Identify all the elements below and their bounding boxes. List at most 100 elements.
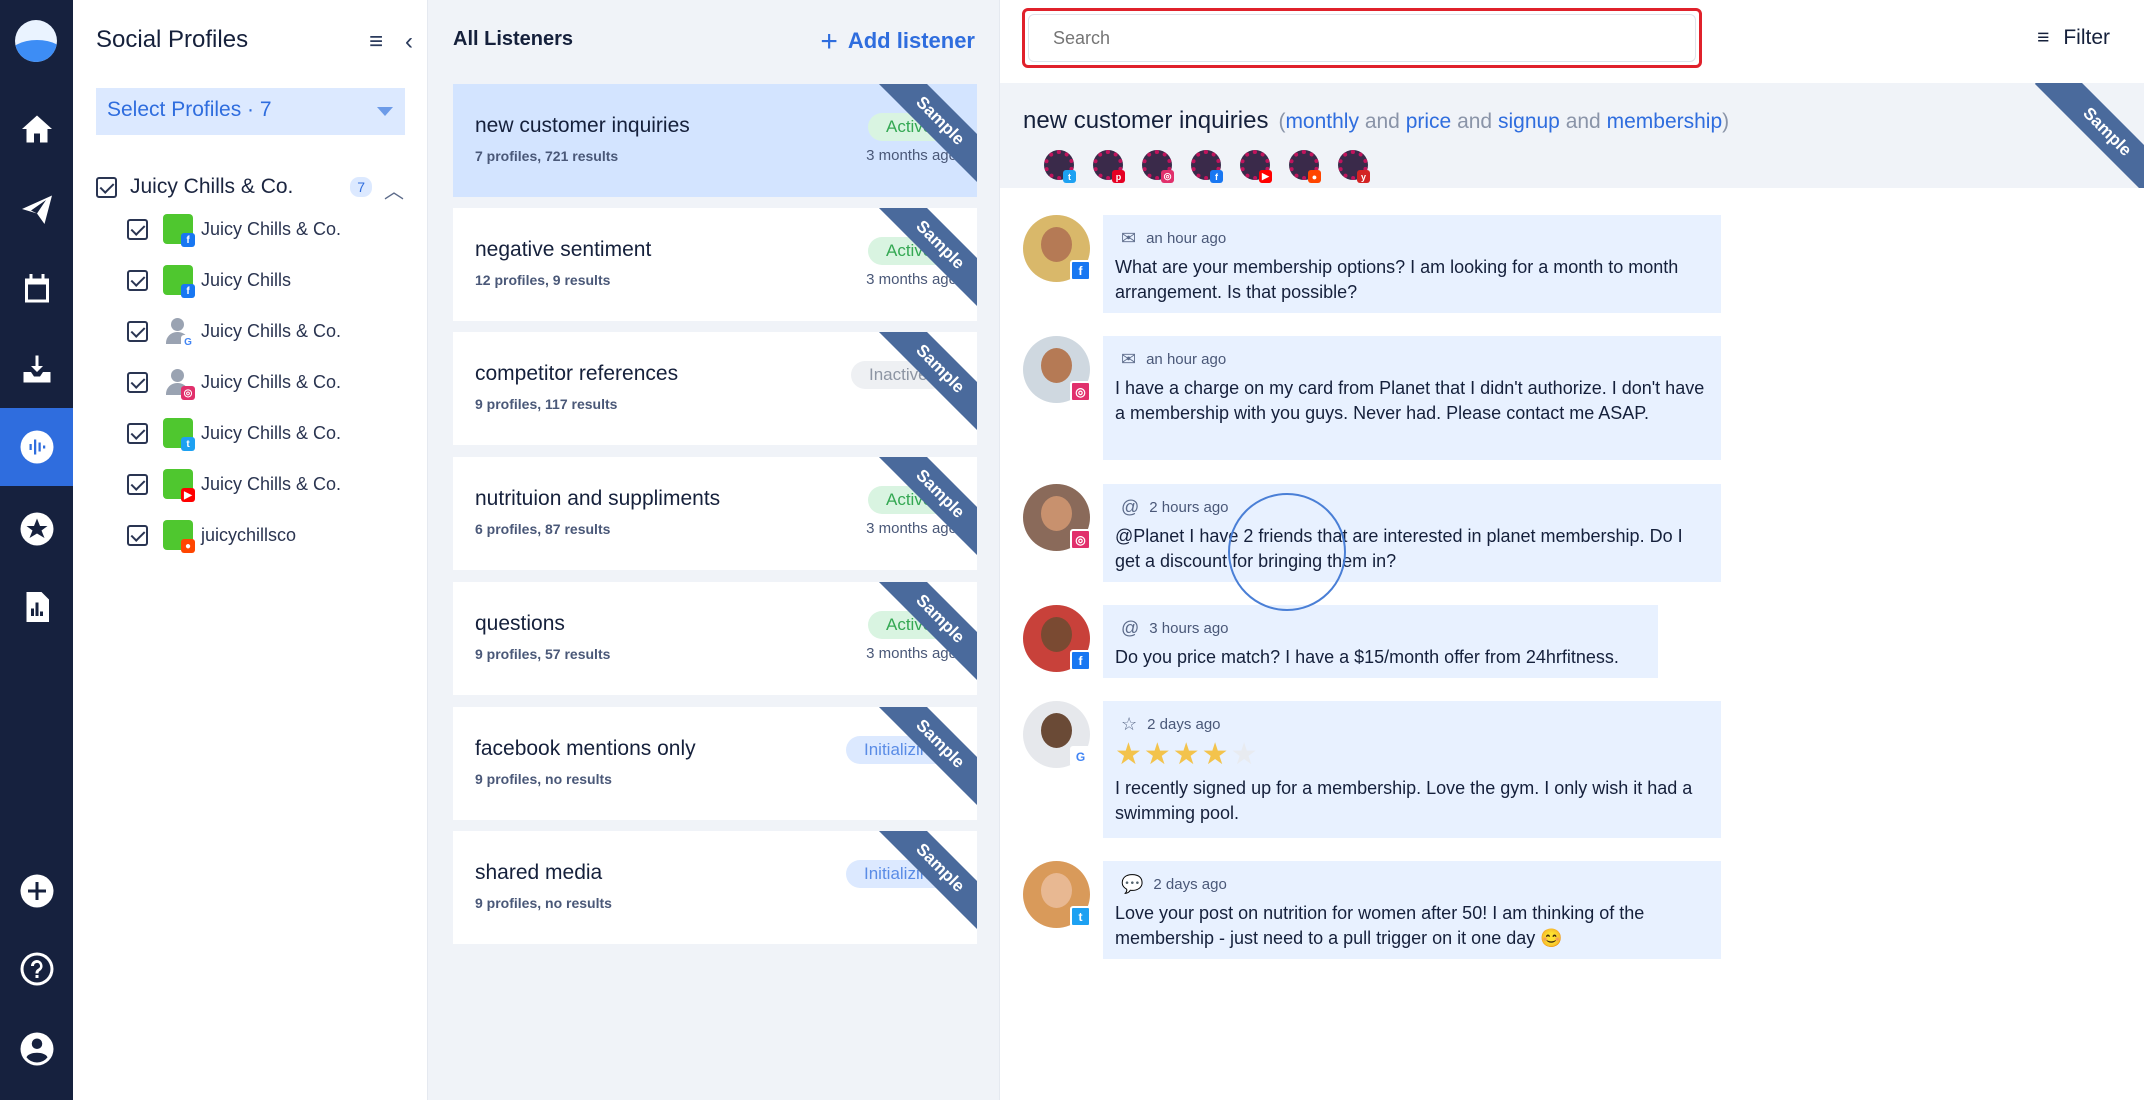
comment-icon: 💬 bbox=[1121, 874, 1144, 894]
profile-item[interactable]: ◎ Juicy Chills & Co. bbox=[127, 362, 407, 402]
collapse-panel-icon[interactable]: ‹ bbox=[405, 28, 413, 56]
profile-avatar: ◎ bbox=[163, 367, 195, 400]
profile-avatar[interactable]: ◎ bbox=[1142, 150, 1174, 183]
listener-name: new customer inquiries bbox=[475, 114, 690, 137]
listener-card[interactable]: facebook mentions only 9 profiles, no res… bbox=[453, 707, 977, 820]
listeners-panel: All Listeners + Add listener new customer… bbox=[428, 0, 1000, 1100]
filter-list-icon[interactable]: ≡ bbox=[369, 28, 383, 56]
profile-avatar[interactable]: f bbox=[1191, 150, 1223, 183]
at-icon: @ bbox=[1121, 497, 1140, 517]
group-checkbox[interactable] bbox=[96, 176, 117, 198]
profile-item[interactable]: G Juicy Chills & Co. bbox=[127, 311, 407, 351]
twitter-icon: t bbox=[1063, 170, 1076, 183]
instagram-icon: ◎ bbox=[1070, 529, 1091, 550]
profile-name: Juicy Chills & Co. bbox=[201, 320, 342, 341]
listener-card[interactable]: shared media 9 profiles, no results Initia… bbox=[453, 831, 977, 944]
profile-avatar[interactable]: p bbox=[1093, 150, 1125, 183]
search-input[interactable] bbox=[1028, 14, 1696, 62]
sample-ribbon: Sample bbox=[2034, 83, 2144, 188]
listeners-title: All Listeners bbox=[453, 28, 574, 50]
listener-name: competitor references bbox=[475, 362, 679, 385]
profile-avatar: f bbox=[163, 265, 195, 298]
listener-meta: 9 profiles, no results bbox=[475, 895, 612, 911]
listener-card[interactable]: new customer inquiries 7 profiles, 721 re… bbox=[453, 84, 977, 197]
search-highlight-box bbox=[1022, 8, 1702, 68]
post-text: I have a charge on my card from Planet t… bbox=[1115, 378, 1705, 423]
rating-stars: ★★★★★ bbox=[1115, 738, 1260, 771]
account-icon[interactable] bbox=[0, 1010, 73, 1088]
social-profiles-panel: Social Profiles ≡ ‹ Select Profiles · 7 … bbox=[73, 0, 428, 1100]
operator: and bbox=[1364, 110, 1400, 133]
keyword-terms: (monthly and price and signup and member… bbox=[1278, 110, 1729, 133]
post-time: 3 hours ago bbox=[1149, 620, 1229, 637]
profile-avatar[interactable]: y bbox=[1338, 150, 1370, 183]
group-count-badge: 7 bbox=[350, 177, 372, 197]
profile-item[interactable]: ▶ Juicy Chills & Co. bbox=[127, 464, 407, 504]
facebook-icon: f bbox=[181, 284, 195, 298]
filter-button[interactable]: ≡ Filter bbox=[2037, 26, 2110, 50]
profile-item[interactable]: f Juicy Chills & Co. bbox=[127, 209, 407, 249]
inbox-icon[interactable] bbox=[0, 330, 73, 408]
help-icon[interactable] bbox=[0, 930, 73, 1008]
keyword: price bbox=[1405, 110, 1452, 133]
filter-icon: ≡ bbox=[2037, 26, 2050, 49]
star-badge-icon[interactable] bbox=[0, 490, 73, 568]
profile-avatar[interactable]: ● bbox=[1289, 150, 1321, 183]
post-bubble: @2 hours ago @Planet I have 2 friends th… bbox=[1103, 484, 1721, 582]
listener-title: new customer inquiries bbox=[1023, 107, 1269, 134]
profile-checkbox[interactable] bbox=[127, 524, 148, 546]
profile-checkbox[interactable] bbox=[127, 320, 148, 342]
home-icon[interactable] bbox=[0, 90, 73, 168]
add-listener-button[interactable]: + Add listener bbox=[820, 25, 975, 59]
twitter-icon: t bbox=[181, 437, 195, 451]
profile-name: Juicy Chills & Co. bbox=[201, 422, 342, 443]
youtube-icon: ▶ bbox=[181, 488, 195, 502]
post-bubble: 💬 2 days ago Love your post on nutrition … bbox=[1103, 861, 1721, 959]
youtube-icon: ▶ bbox=[1259, 170, 1272, 183]
profile-checkbox[interactable] bbox=[127, 218, 148, 240]
star-icon: ☆ bbox=[1121, 714, 1138, 734]
reports-icon[interactable] bbox=[0, 568, 73, 646]
profile-checkbox[interactable] bbox=[127, 269, 148, 291]
listener-card[interactable]: negative sentiment 12 profiles, 9 results… bbox=[453, 208, 977, 321]
profile-avatar[interactable]: ▶ bbox=[1240, 150, 1272, 183]
keyword: membership bbox=[1606, 110, 1723, 133]
listener-card[interactable]: nutrituion and suppliments 6 profiles, 87… bbox=[453, 457, 977, 570]
post-time: an hour ago bbox=[1146, 351, 1227, 368]
post-time: an hour ago bbox=[1146, 230, 1227, 247]
profile-checkbox[interactable] bbox=[127, 422, 148, 444]
select-profiles-label: Select Profiles · 7 bbox=[107, 98, 272, 121]
operator: and bbox=[1457, 110, 1493, 133]
send-icon[interactable] bbox=[0, 170, 73, 248]
post-time: 2 hours ago bbox=[1149, 499, 1229, 516]
profile-avatar[interactable]: t bbox=[1044, 150, 1076, 183]
select-profiles-dropdown[interactable]: Select Profiles · 7 bbox=[96, 88, 405, 135]
profile-name: Juicy Chills & Co. bbox=[201, 371, 342, 392]
post-bubble: ✉ an hour ago What are your membership op… bbox=[1103, 215, 1721, 313]
calendar-icon[interactable] bbox=[0, 250, 73, 328]
listener-card[interactable]: competitor references 9 profiles, 117 res… bbox=[453, 332, 977, 445]
post-time: 2 days ago bbox=[1147, 716, 1221, 733]
profile-name: Juicy Chills bbox=[201, 269, 292, 290]
profile-checkbox[interactable] bbox=[127, 371, 148, 393]
profile-item[interactable]: ● juicychillsco bbox=[127, 515, 407, 555]
profile-item[interactable]: f Juicy Chills bbox=[127, 260, 407, 300]
listener-header: new customer inquiries (monthly and price… bbox=[1000, 83, 2144, 188]
profile-checkbox[interactable] bbox=[127, 473, 148, 495]
listener-name: facebook mentions only bbox=[475, 737, 696, 760]
profile-item[interactable]: t Juicy Chills & Co. bbox=[127, 413, 407, 453]
chevron-up-icon[interactable]: ︿ bbox=[384, 175, 404, 204]
listening-icon[interactable] bbox=[0, 408, 73, 486]
profile-group[interactable]: Juicy Chills & Co. 7 ︿ bbox=[96, 172, 406, 204]
pinterest-icon: p bbox=[1112, 170, 1125, 183]
add-circle-icon[interactable] bbox=[0, 852, 73, 930]
profile-avatar: ▶ bbox=[163, 469, 195, 502]
instagram-icon: ◎ bbox=[181, 386, 195, 400]
keyword: monthly bbox=[1285, 110, 1359, 133]
listener-card[interactable]: questions 9 profiles, 57 results Active 3 m… bbox=[453, 582, 977, 695]
nav-rail bbox=[0, 0, 73, 1100]
app-logo[interactable] bbox=[15, 20, 57, 62]
reddit-icon: ● bbox=[181, 539, 195, 553]
profile-name: Juicy Chills & Co. bbox=[201, 218, 342, 239]
plus-icon: + bbox=[820, 25, 838, 58]
